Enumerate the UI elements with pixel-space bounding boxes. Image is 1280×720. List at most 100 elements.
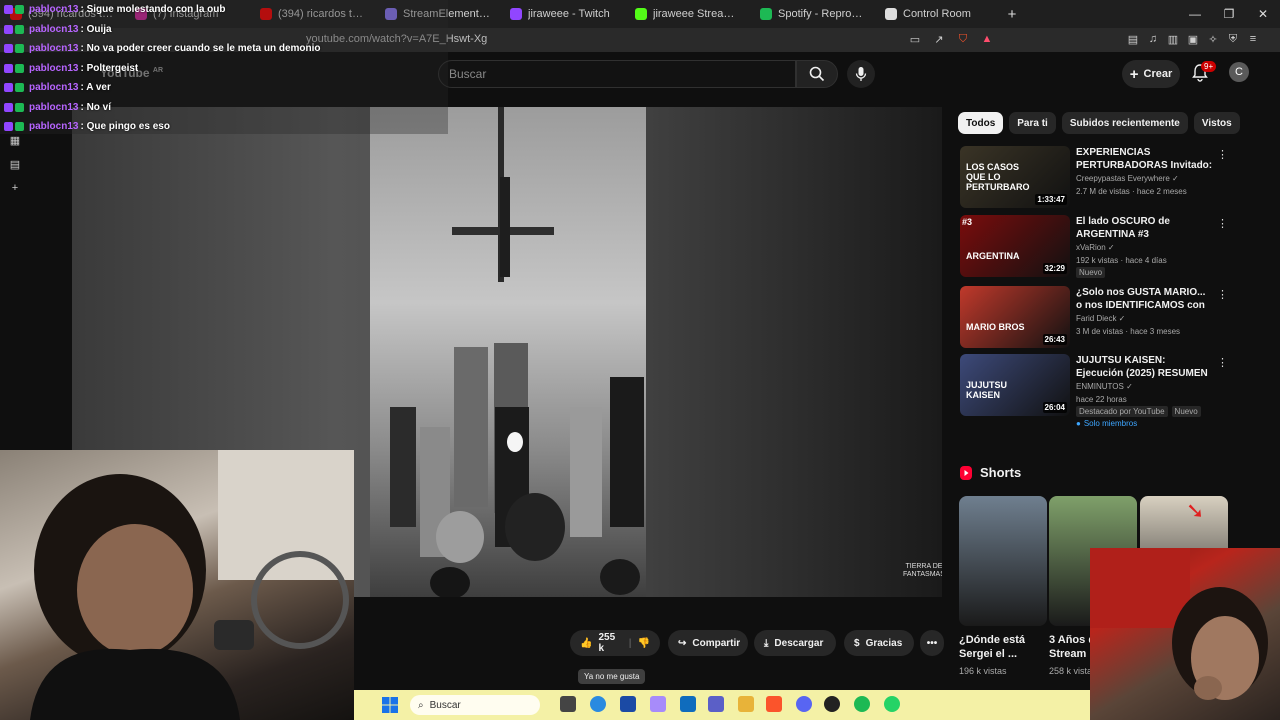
subscriber-badge-icon [4, 83, 13, 92]
thanks-icon: $ [854, 637, 860, 649]
more-actions-button[interactable]: ••• [920, 630, 944, 656]
like-icon: 👍 [580, 637, 593, 649]
recommendation-title[interactable]: JUJUTSU KAISEN: Ejecución (2025) RESUMEN… [1076, 354, 1214, 380]
brave-shield-icon[interactable]: ⛉ [956, 32, 970, 46]
dislike-icon[interactable]: 👎 [638, 638, 650, 649]
recommendation-item[interactable]: MARIO BROS 26:43 ¿Solo nos GUSTA MARIO... … [960, 286, 1228, 348]
reader-icon[interactable]: ▤ [1126, 32, 1140, 46]
badge-row: Nuevo [1076, 267, 1214, 278]
verified-icon: ✓ [1105, 243, 1115, 252]
short-views: 196 k vistas [959, 666, 1007, 676]
chip-2[interactable]: Subidos recientemente [1061, 112, 1188, 134]
webcam-streamer-scene [30, 450, 354, 720]
music-icon[interactable]: ♫ [1146, 32, 1160, 46]
recommendation-title[interactable]: ¿Solo nos GUSTA MARIO... o nos IDENTIFIC… [1076, 286, 1214, 312]
short-title[interactable]: ¿Dónde está Sergei el ... [959, 633, 1043, 661]
recommendation-title[interactable]: EXPERIENCIAS PERTURBADORAS Invitado: ... [1076, 146, 1214, 172]
windows-start-icon[interactable] [382, 697, 398, 713]
verified-badge-icon [15, 44, 24, 53]
recommendation-item[interactable]: ARGENTINA #3 32:29 El lado OSCURO de ARGENT… [960, 215, 1228, 278]
verified-icon: ✓ [1123, 382, 1133, 391]
recommendation-item[interactable]: LOS CASOS QUE LO PERTURBARO 1:33:47 EXPERI… [960, 146, 1228, 208]
browser-tab[interactable]: jiraweee Stream - Watch L [625, 0, 750, 28]
channel-name[interactable]: Farid Dieck ✓ [1076, 312, 1214, 325]
ai-icon[interactable]: ✧ [1206, 32, 1220, 46]
shorts-icon [960, 465, 972, 480]
verified-badge-icon [15, 24, 24, 34]
more-options-icon[interactable]: ⋮ [1217, 217, 1228, 230]
short-thumbnail[interactable] [959, 496, 1047, 626]
channel-name[interactable]: ENMINUTOS ✓ [1076, 380, 1214, 393]
teams-icon[interactable] [708, 696, 724, 712]
shorts-title: Shorts [980, 465, 1022, 480]
like-count: 255 k [598, 632, 616, 654]
taskbar-search[interactable]: ⌕ Buscar [410, 695, 540, 715]
browser-tab[interactable]: Control Room [875, 0, 1000, 28]
browser-tab[interactable]: Spotify - Reproductor web [750, 0, 875, 28]
channel-name[interactable]: Creepypastas Everywhere ✓ [1076, 172, 1214, 185]
recommendation-thumbnail[interactable]: ARGENTINA #3 32:29 [960, 215, 1070, 277]
edge-icon[interactable] [590, 696, 606, 712]
thanks-button[interactable]: $ Gracias [844, 630, 914, 656]
more-options-icon[interactable]: ⋮ [1217, 148, 1228, 161]
minimize-icon[interactable]: — [1178, 0, 1212, 28]
outlook-icon[interactable] [680, 696, 696, 712]
recommendation-thumbnail[interactable]: MARIO BROS 26:43 [960, 286, 1070, 348]
new-tab-button[interactable]: + [1000, 0, 1024, 28]
task-view-icon[interactable] [560, 696, 576, 712]
wallet-icon[interactable]: ▣ [1186, 32, 1200, 46]
chat-text: : No ví [80, 101, 112, 113]
search-input[interactable]: Buscar [438, 60, 796, 88]
chat-username: pablocn13 [29, 121, 79, 132]
browser-tab[interactable]: jiraweee - Twitch [500, 0, 625, 28]
share-icon[interactable]: ↗ [932, 32, 946, 46]
recommendation-thumbnail[interactable]: JUJUTSU KAISEN 26:04 [960, 354, 1070, 416]
chip-3[interactable]: Vistos [1193, 112, 1240, 134]
vpn-icon[interactable]: ⛨ [1226, 32, 1240, 46]
more-icon: ••• [926, 637, 938, 649]
channel-name[interactable]: xVaRion ✓ [1076, 241, 1214, 254]
add-icon[interactable]: + [9, 182, 21, 194]
left-nav: ▦ ▤ + [0, 96, 30, 450]
sidebar-icon[interactable]: ▥ [1166, 32, 1180, 46]
chip-0[interactable]: Todos [958, 112, 1004, 134]
share-button[interactable]: ↪ Compartir [668, 630, 748, 656]
tooltip: Ya no me gusta [578, 669, 646, 684]
voice-search-button[interactable] [847, 60, 875, 88]
subscriber-badge-icon [4, 44, 13, 53]
chat-username: pablocn13 [29, 62, 79, 74]
file-explorer-icon[interactable] [738, 696, 754, 712]
taskbar: ⌕ Buscar [354, 690, 1090, 720]
guide-icon[interactable]: ▤ [9, 158, 21, 171]
recommendation-item[interactable]: JUJUTSU KAISEN 26:04 JUJUTSU KAISEN: Ejecu… [960, 354, 1228, 428]
discord-icon[interactable] [796, 696, 812, 712]
download-button[interactable]: ⤓ Descargar [754, 630, 836, 656]
obs-icon[interactable] [824, 696, 840, 712]
chip-1[interactable]: Para ti [1009, 112, 1056, 134]
menu-icon[interactable]: ≡ [1246, 32, 1260, 46]
copilot-icon[interactable] [650, 696, 666, 712]
avatar[interactable]: C [1229, 62, 1249, 82]
webcam-streamer [0, 450, 354, 720]
more-options-icon[interactable]: ⋮ [1217, 288, 1228, 301]
status-badge: Nuevo [1076, 267, 1106, 278]
download-label: Descargar [774, 637, 824, 649]
view-count: hace 22 horas [1076, 395, 1127, 404]
close-icon[interactable]: ✕ [1246, 0, 1280, 28]
like-button[interactable]: 👍 255 k | 👎 [570, 630, 660, 656]
chat-username: pablocn13 [29, 4, 79, 15]
spotify-icon[interactable] [854, 696, 870, 712]
more-options-icon[interactable]: ⋮ [1217, 356, 1228, 369]
screen: (394) ricardos team - YouT(7) Instagram(… [0, 0, 1280, 720]
rewards-icon[interactable]: ▲ [980, 32, 994, 46]
store-icon[interactable] [620, 696, 636, 712]
search-button[interactable] [796, 60, 838, 88]
brave-icon[interactable] [766, 696, 782, 712]
create-button[interactable]: + Crear [1122, 60, 1180, 88]
duration-badge: 32:29 [1042, 263, 1067, 274]
restore-icon[interactable]: ❐ [1212, 0, 1246, 28]
cast-icon[interactable]: ▭ [908, 32, 922, 46]
recommendation-thumbnail[interactable]: LOS CASOS QUE LO PERTURBARO 1:33:47 [960, 146, 1070, 208]
whatsapp-icon[interactable] [884, 696, 900, 712]
recommendation-title[interactable]: El lado OSCURO de ARGENTINA #3 [1076, 215, 1214, 241]
